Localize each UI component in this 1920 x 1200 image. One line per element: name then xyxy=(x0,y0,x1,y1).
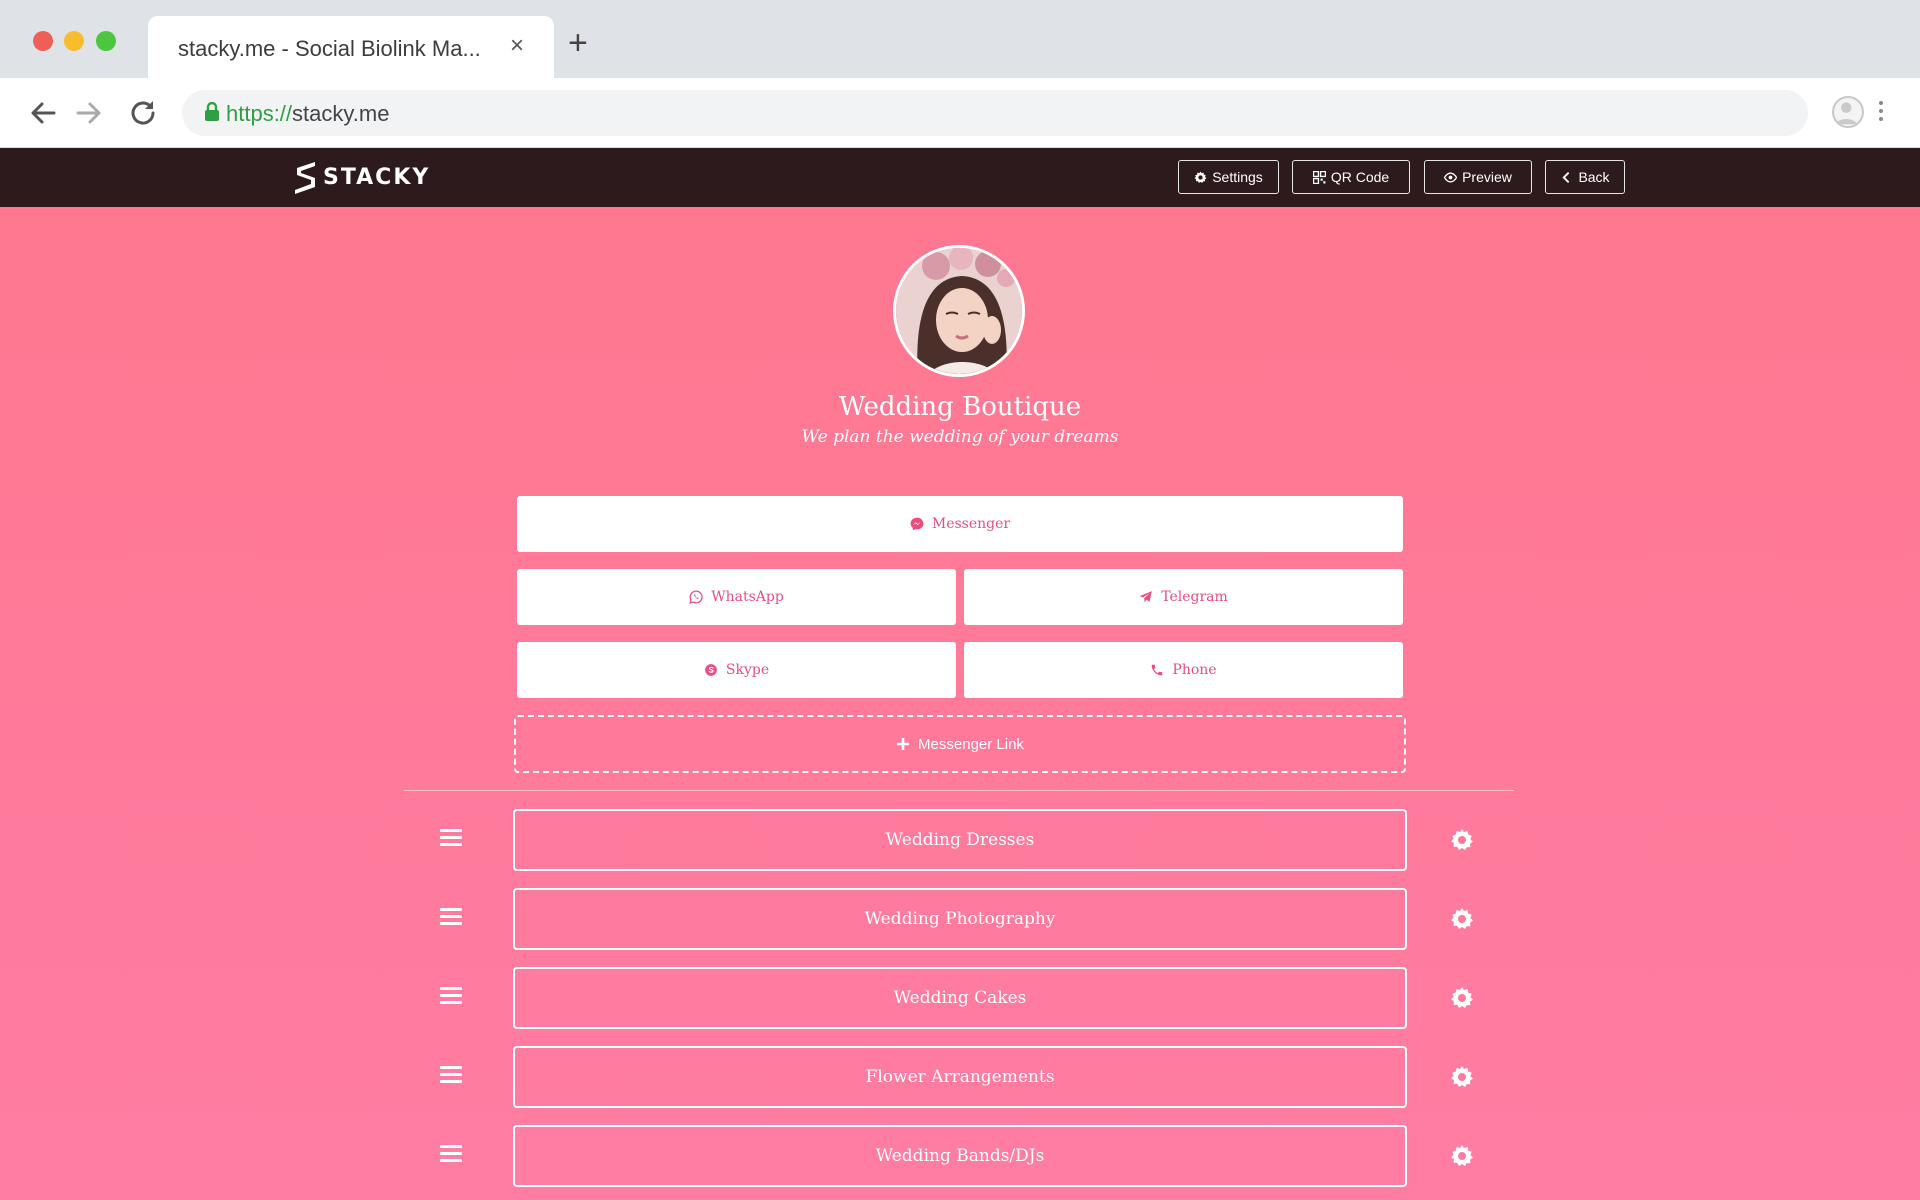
add-messenger-link-label: Messenger Link xyxy=(918,735,1024,753)
skype-button-label: Skype xyxy=(725,662,770,678)
gear-icon[interactable] xyxy=(1450,828,1474,852)
phone-button[interactable]: Phone xyxy=(964,642,1403,698)
logo-mark-icon xyxy=(295,162,315,194)
logo-text: STACKY xyxy=(323,164,431,190)
messenger-button-label: Messenger xyxy=(931,516,1011,532)
link-row: Flower Arrangements xyxy=(0,1046,1920,1108)
link-button[interactable]: Wedding Cakes xyxy=(513,967,1407,1029)
skype-button[interactable]: Skype xyxy=(517,642,956,698)
profile-avatar-icon[interactable] xyxy=(1832,96,1864,128)
browser-tabstrip: stacky.me - Social Biolink Ma... × + xyxy=(0,0,1920,78)
phone-button-label: Phone xyxy=(1172,662,1217,678)
telegram-button-label: Telegram xyxy=(1161,589,1228,605)
preview-button[interactable]: Preview xyxy=(1424,160,1532,194)
back-arrow-icon[interactable] xyxy=(26,96,60,130)
link-button[interactable]: Wedding Dresses xyxy=(513,809,1407,871)
telegram-icon xyxy=(1139,591,1153,603)
link-row: Wedding Photography xyxy=(0,888,1920,950)
address-bar[interactable]: https://stacky.me xyxy=(182,90,1808,136)
gear-icon[interactable] xyxy=(1450,986,1474,1010)
close-window-button[interactable] xyxy=(33,31,53,51)
browser-toolbar: https://stacky.me xyxy=(0,78,1920,148)
skype-icon xyxy=(705,664,717,676)
qr-code-icon xyxy=(1312,170,1326,184)
add-messenger-link-button[interactable]: Messenger Link xyxy=(514,715,1406,773)
link-button[interactable]: Flower Arrangements xyxy=(513,1046,1407,1108)
tab-title: stacky.me - Social Biolink Ma... xyxy=(178,36,481,61)
lock-icon xyxy=(205,102,219,121)
profile-avatar[interactable] xyxy=(893,245,1025,377)
gear-icon[interactable] xyxy=(1450,1065,1474,1089)
whatsapp-button-label: WhatsApp xyxy=(711,589,784,605)
gear-icon xyxy=(1194,171,1207,183)
link-row: Wedding Bands/DJs xyxy=(0,1125,1920,1187)
biolink-editor-canvas: Wedding Boutique We plan the wedding of … xyxy=(0,207,1920,1200)
browser-tab-active[interactable]: stacky.me - Social Biolink Ma... × xyxy=(148,16,554,78)
app-header: STACKY Settings QR Code Preview Back xyxy=(0,148,1920,207)
link-row: Wedding Cakes xyxy=(0,967,1920,1029)
back-button[interactable]: Back xyxy=(1545,160,1625,194)
tab-close-icon[interactable]: × xyxy=(510,32,524,60)
qr-code-button-label: QR Code xyxy=(1330,169,1390,185)
section-divider xyxy=(404,790,1514,791)
eye-icon xyxy=(1444,171,1458,183)
reload-icon[interactable] xyxy=(126,96,160,130)
minimize-window-button[interactable] xyxy=(64,31,84,51)
forward-arrow-icon[interactable] xyxy=(72,96,106,130)
telegram-button[interactable]: Telegram xyxy=(964,569,1403,625)
new-tab-button[interactable]: + xyxy=(568,26,588,60)
drag-handle-icon[interactable] xyxy=(440,1066,462,1086)
stacky-logo[interactable]: STACKY xyxy=(293,159,430,195)
messenger-icon xyxy=(910,517,924,531)
plus-icon xyxy=(897,738,910,750)
chevron-left-icon xyxy=(1562,171,1570,183)
qr-code-button[interactable]: QR Code xyxy=(1292,160,1410,194)
profile-tagline[interactable]: We plan the wedding of your dreams xyxy=(660,427,1260,447)
profile-name[interactable]: Wedding Boutique xyxy=(660,392,1260,422)
back-button-label: Back xyxy=(1578,169,1610,185)
link-button[interactable]: Wedding Bands/DJs xyxy=(513,1125,1407,1187)
drag-handle-icon[interactable] xyxy=(440,987,462,1007)
drag-handle-icon[interactable] xyxy=(440,908,462,928)
url-text: https://stacky.me xyxy=(226,101,390,126)
drag-handle-icon[interactable] xyxy=(440,829,462,849)
maximize-window-button[interactable] xyxy=(96,31,116,51)
gear-icon[interactable] xyxy=(1450,907,1474,931)
whatsapp-button[interactable]: WhatsApp xyxy=(517,569,956,625)
browser-menu-icon[interactable] xyxy=(1877,98,1885,126)
whatsapp-icon xyxy=(689,590,703,604)
phone-icon xyxy=(1152,664,1163,676)
settings-button-label: Settings xyxy=(1212,169,1263,185)
link-row: Wedding Dresses xyxy=(0,809,1920,871)
gear-icon[interactable] xyxy=(1450,1144,1474,1168)
drag-handle-icon[interactable] xyxy=(440,1145,462,1165)
messenger-button[interactable]: Messenger xyxy=(517,496,1403,552)
preview-button-label: Preview xyxy=(1462,169,1512,185)
link-button[interactable]: Wedding Photography xyxy=(513,888,1407,950)
settings-button[interactable]: Settings xyxy=(1178,160,1279,194)
